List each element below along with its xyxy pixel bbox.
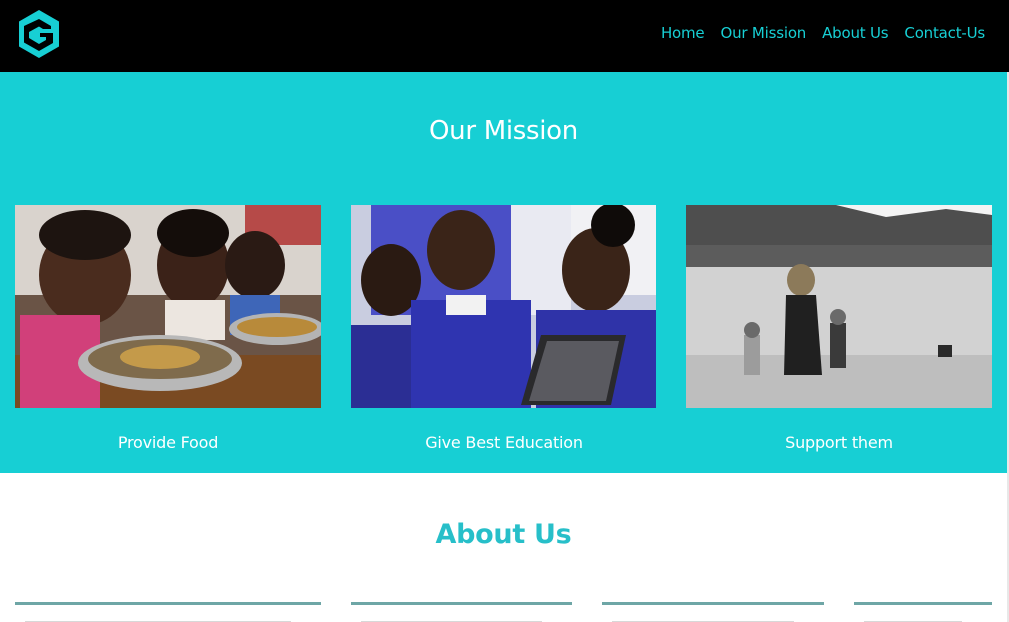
about-card <box>602 602 824 622</box>
children-eating-photo <box>15 205 321 408</box>
about-card <box>854 602 992 622</box>
top-navbar: Home Our Mission About Us Contact-Us <box>0 0 1009 72</box>
about-card <box>351 602 572 622</box>
students-laptop-photo <box>351 205 656 408</box>
beach-family-photo <box>686 205 992 408</box>
about-card <box>15 602 321 622</box>
main-nav: Home Our Mission About Us Contact-Us <box>661 24 985 42</box>
nav-about-us-link[interactable]: About Us <box>822 24 889 42</box>
card-caption-give-best-education: Give Best Education <box>425 433 583 452</box>
mission-title: Our Mission <box>429 116 578 146</box>
card-caption-provide-food: Provide Food <box>117 433 219 452</box>
about-title: About Us <box>435 519 572 550</box>
nav-our-mission-link[interactable]: Our Mission <box>720 24 806 42</box>
mission-section: Our Mission Provide Food Give Best Educa… <box>0 72 1007 473</box>
nav-contact-us-link[interactable]: Contact-Us <box>904 24 985 42</box>
hexagon-g-logo-icon[interactable] <box>16 8 62 60</box>
card-caption-support-them: Support them <box>785 433 893 452</box>
nav-home-link[interactable]: Home <box>661 24 705 42</box>
